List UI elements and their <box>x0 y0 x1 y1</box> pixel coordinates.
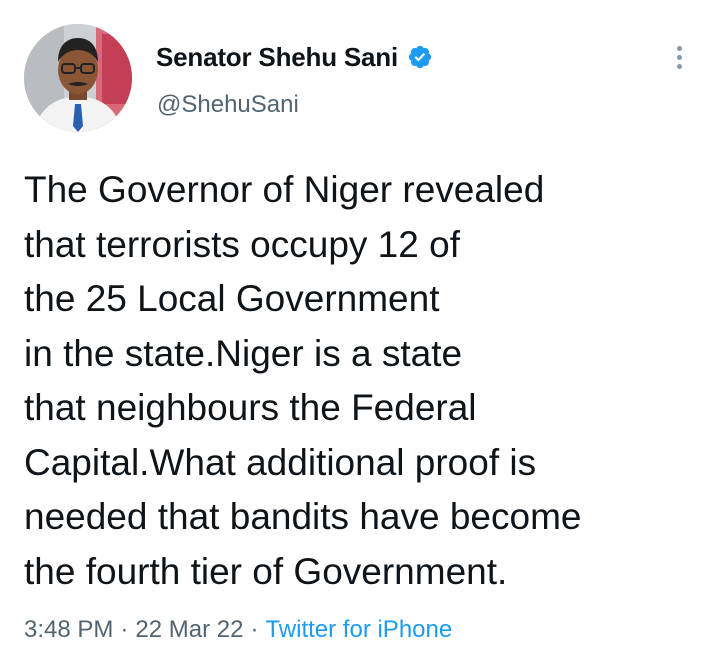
profile-photo <box>24 24 132 132</box>
verified-badge-icon <box>407 44 433 70</box>
author-handle[interactable]: @ShehuSani <box>157 91 299 119</box>
tweet-line: The Governor of Niger revealed <box>24 169 545 210</box>
tweet-card: Senator Shehu Sani @ShehuSani The Govern… <box>0 0 720 667</box>
tweet-line: needed that bandits have become <box>24 496 582 537</box>
tweet-text: The Governor of Niger revealed that terr… <box>24 163 714 599</box>
more-options-icon[interactable] <box>669 40 689 74</box>
tweet-line: in the state.Niger is a state <box>24 332 463 374</box>
avatar[interactable] <box>24 24 132 132</box>
tweet-line: Capital.What additional proof is <box>24 441 537 483</box>
tweet-time[interactable]: 3:48 PM <box>24 616 113 644</box>
tweet-meta: 3:48 PM · 22 Mar 22 · Twitter for iPhone <box>24 616 452 644</box>
tweet-date[interactable]: 22 Mar 22 <box>135 616 243 644</box>
more-dot <box>676 45 682 51</box>
meta-separator: · <box>250 616 259 643</box>
more-dot <box>676 54 682 60</box>
tweet-line: the fourth tier of Government. <box>24 550 508 592</box>
tweet-line: that terrorists occupy 12 of <box>24 223 460 265</box>
tweet-line: that neighbours the Federal <box>24 387 477 428</box>
author-name-row[interactable]: Senator Shehu Sani <box>156 40 433 74</box>
tweet-line: the 25 Local Government <box>24 278 440 319</box>
author-display-name[interactable]: Senator Shehu Sani <box>156 42 398 73</box>
meta-separator: · <box>120 616 129 643</box>
tweet-source-link[interactable]: Twitter for iPhone <box>265 616 452 644</box>
more-dot <box>676 63 682 69</box>
